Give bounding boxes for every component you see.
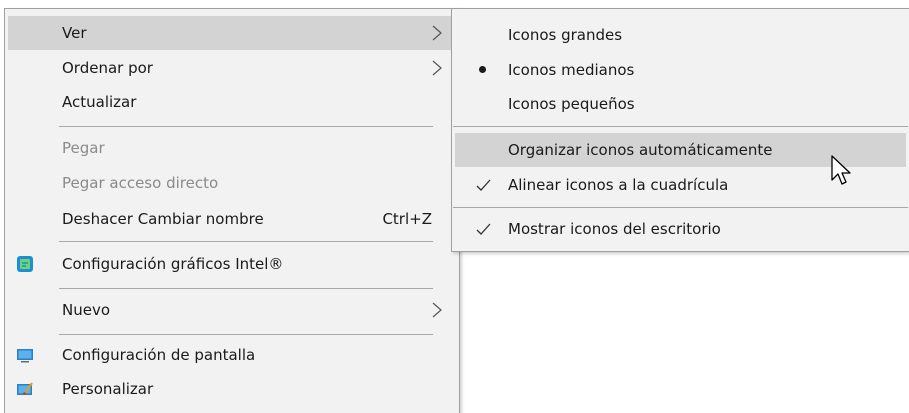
menu-separator [59,241,433,242]
menu-item-label: Iconos grandes [508,26,623,44]
menu-item-ver[interactable]: Ver [8,16,456,50]
chevron-right-icon [432,60,442,76]
menu-item-label: Ver [62,24,87,42]
menu-separator [59,288,433,289]
menu-item-label: Iconos medianos [508,61,635,79]
menu-item-label: Nuevo [62,301,111,319]
menu-item-pegar: Pegar [8,131,456,165]
menu-item-label: Actualizar [62,93,137,111]
mouse-pointer-icon [831,155,851,185]
menu-item-shortcut: Ctrl+Z [382,210,432,228]
display-icon [17,349,33,363]
menu-item-personalizar[interactable]: Personalizar [8,372,456,406]
menu-item-nuevo[interactable]: Nuevo [8,293,456,327]
checkmark-icon [476,179,491,191]
submenu-item-iconos-medianos[interactable]: Iconos medianos [455,53,906,87]
menu-separator [453,207,908,208]
menu-item-label: Alinear iconos a la cuadrícula [508,176,729,194]
menu-item-label: Mostrar iconos del escritorio [508,220,721,238]
menu-item-ordenar-por[interactable]: Ordenar por [8,51,456,85]
menu-item-deshacer[interactable]: Deshacer Cambiar nombre Ctrl+Z [8,202,456,236]
checkmark-icon [476,223,491,235]
context-menu: Ver Ordenar por Actualizar Pegar Pegar a… [4,8,460,413]
menu-item-label: Pegar [62,139,105,157]
menu-item-intel-graphics[interactable]: Configuración gráficos Intel® [8,247,456,281]
menu-item-label: Iconos pequeños [508,95,635,113]
menu-separator [59,126,433,127]
menu-item-label: Organizar iconos automáticamente [508,141,773,159]
submenu-item-mostrar-iconos[interactable]: Mostrar iconos del escritorio [455,212,906,246]
submenu-item-iconos-grandes[interactable]: Iconos grandes [455,18,906,52]
menu-item-label: Configuración gráficos Intel® [62,255,284,273]
bullet-icon [479,66,486,73]
menu-separator [453,126,908,127]
menu-item-label: Ordenar por [62,59,153,77]
chevron-right-icon [432,302,442,318]
intel-graphics-icon [17,256,33,272]
menu-item-actualizar[interactable]: Actualizar [8,85,456,119]
menu-item-label: Deshacer Cambiar nombre [62,210,264,228]
menu-item-label: Configuración de pantalla [62,346,256,364]
submenu-item-iconos-pequenos[interactable]: Iconos pequeños [455,87,906,121]
menu-item-pegar-acceso-directo: Pegar acceso directo [8,166,456,200]
personalize-icon [17,382,33,395]
menu-item-label: Personalizar [62,380,154,398]
menu-item-label: Pegar acceso directo [62,174,219,192]
submenu-ver: Iconos grandes Iconos medianos Iconos pe… [451,8,909,252]
chevron-right-icon [432,25,442,41]
menu-item-configuracion-pantalla[interactable]: Configuración de pantalla [8,338,456,372]
menu-separator [59,334,433,335]
